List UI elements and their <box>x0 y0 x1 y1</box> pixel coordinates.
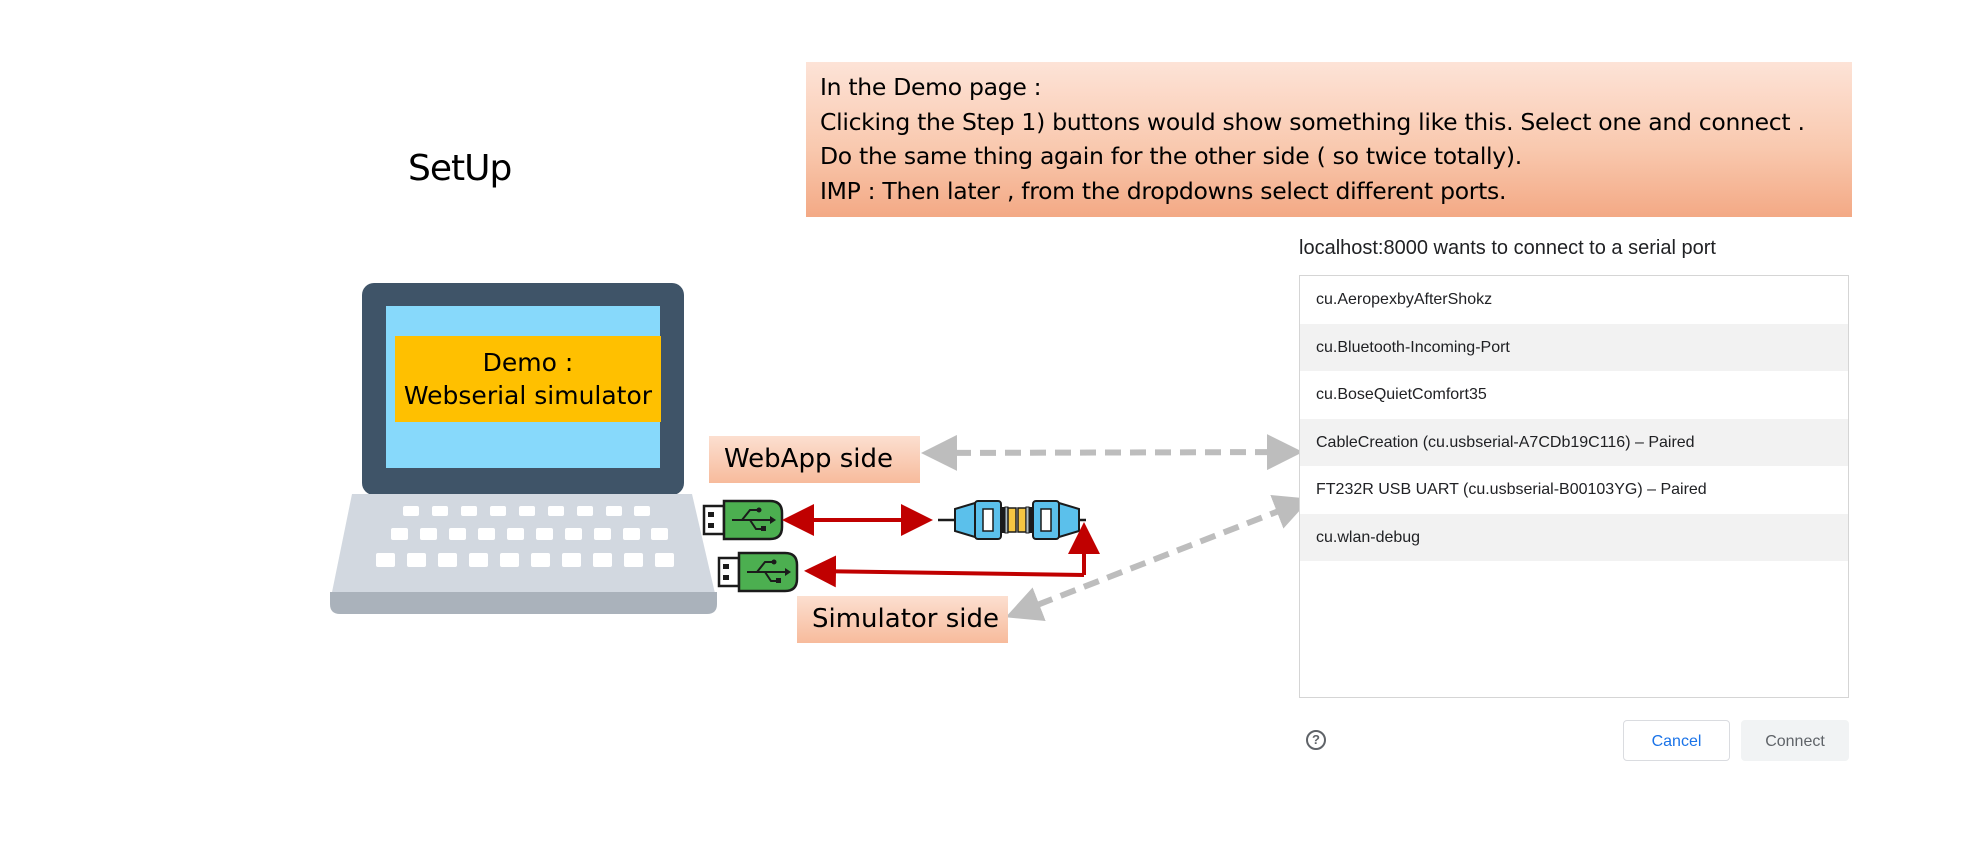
port-option[interactable]: cu.AeropexbyAfterShokz <box>1300 276 1848 324</box>
port-option[interactable]: cu.wlan-debug <box>1300 513 1848 561</box>
serial-connector-icon <box>1017 500 1086 540</box>
port-option[interactable]: cu.BoseQuietComfort35 <box>1300 371 1848 419</box>
help-icon[interactable]: ? <box>1306 730 1326 750</box>
laptop-icon <box>330 283 717 614</box>
webapp-side-label: WebApp side <box>709 436 920 483</box>
note-line: Do the same thing again for the other si… <box>820 142 1522 170</box>
page-title: SetUp <box>408 148 512 189</box>
cancel-button[interactable]: Cancel <box>1623 720 1730 761</box>
note-line: IMP : Then later , from the dropdowns se… <box>820 176 1507 205</box>
note-line: Clicking the Step 1) buttons would show … <box>820 107 1805 136</box>
connect-button[interactable]: Connect <box>1741 720 1849 761</box>
port-option[interactable]: CableCreation (cu.usbserial-A7CDb19C116)… <box>1300 418 1848 466</box>
red-left-arrow <box>804 555 1085 588</box>
screen-label-line: Webserial simulator <box>403 381 653 410</box>
port-option[interactable]: FT232R USB UART (cu.usbserial-B00103YG) … <box>1300 466 1848 514</box>
usb-stick-icon <box>702 499 784 541</box>
note-line: In the Demo page : <box>820 73 1042 101</box>
serial-port-list[interactable]: cu.AeropexbyAfterShokz cu.Bluetooth-Inco… <box>1299 275 1849 698</box>
simulator-side-label: Simulator side <box>797 596 1008 643</box>
screen-label-line: Demo : <box>482 348 574 377</box>
port-option[interactable]: cu.Bluetooth-Incoming-Port <box>1300 323 1848 371</box>
webapp-port-arrow <box>921 434 1303 471</box>
laptop-screen-label: Demo : Webserial simulator <box>395 336 661 422</box>
serial-port-prompt: localhost:8000 wants to connect to a ser… <box>1299 237 1716 259</box>
instruction-note: In the Demo page : Clicking the Step 1) … <box>806 62 1852 217</box>
usb-stick-icon <box>717 551 799 593</box>
serial-connector-icon <box>938 500 1017 540</box>
